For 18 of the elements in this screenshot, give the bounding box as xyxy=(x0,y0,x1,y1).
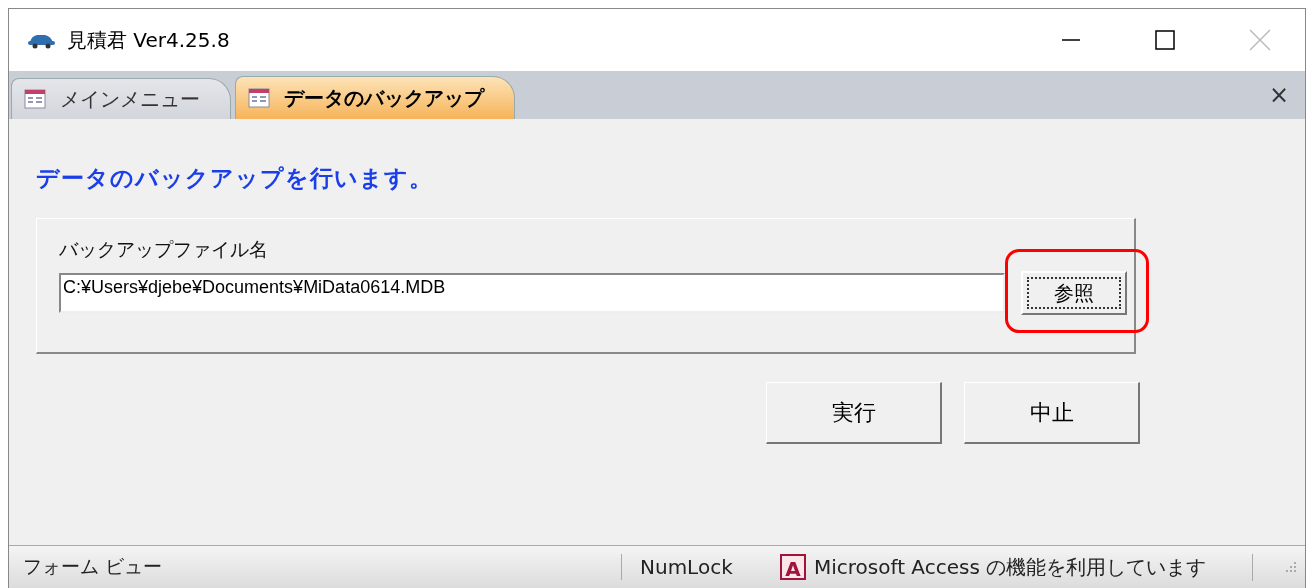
close-tab-button[interactable]: × xyxy=(1268,81,1289,109)
window-title: 見積君 Ver4.25.8 xyxy=(67,26,230,54)
file-path-field[interactable]: C:¥Users¥djebe¥Documents¥MiData0614.MDB xyxy=(59,273,1005,313)
field-label: バックアップファイル名 xyxy=(59,237,269,262)
status-message: Microsoft Access の機能を利用しています xyxy=(814,553,1253,581)
document-tab[interactable]: データのバックアップ xyxy=(235,76,515,119)
resize-grip-icon xyxy=(1285,561,1297,573)
maximize-icon[interactable] xyxy=(1155,30,1175,50)
view-label: フォーム ビュー xyxy=(23,554,622,580)
document-tab[interactable]: メインメニュー xyxy=(11,78,231,119)
form-icon xyxy=(248,88,270,108)
form-icon xyxy=(24,89,46,109)
numlock-indicator: NumLock xyxy=(640,555,734,579)
app-logo: A xyxy=(780,554,806,580)
action-button[interactable]: 中止 xyxy=(964,382,1140,444)
action-button[interactable]: 実行 xyxy=(766,382,942,444)
browse-button[interactable]: 参照 xyxy=(1021,271,1127,315)
form-heading: データのバックアップを行います。 xyxy=(36,164,434,193)
